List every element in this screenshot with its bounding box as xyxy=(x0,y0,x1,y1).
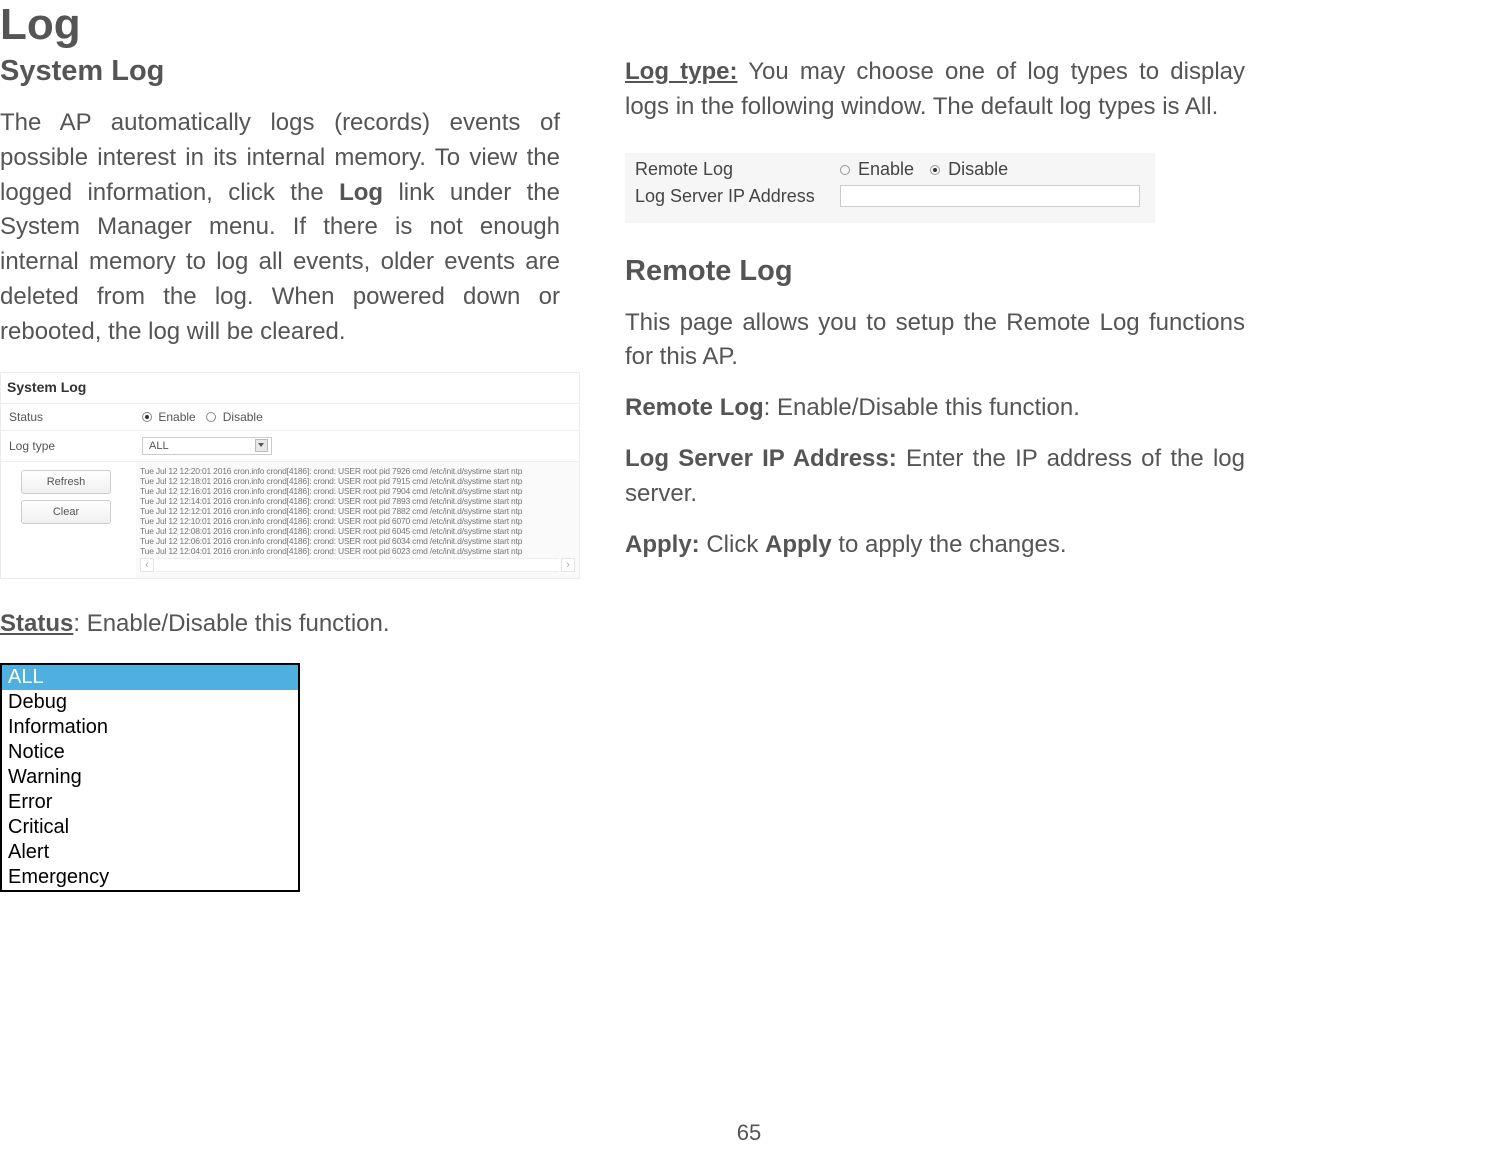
shot-enable-label: Enable xyxy=(158,410,195,424)
logtype-paragraph: Log type: You may choose one of log type… xyxy=(625,55,1245,125)
shot-logtype-label: Log type xyxy=(1,433,136,459)
apply-label: Apply: xyxy=(625,531,700,558)
log-server-ip-input[interactable] xyxy=(840,185,1140,207)
remote-log-intro: This page allows you to setup the Remote… xyxy=(625,306,1245,376)
remotelog-paragraph: Remote Log: Enable/Disable this function… xyxy=(625,391,1245,426)
shot-log-textarea[interactable]: Tue Jul 12 12:20:01 2016 cron.info crond… xyxy=(136,462,579,578)
log-line: Tue Jul 12 12:06:01 2016 cron.info crond… xyxy=(140,536,575,546)
log-line: Tue Jul 12 12:08:01 2016 cron.info crond… xyxy=(140,526,575,536)
system-log-intro: The AP automatically logs (records) even… xyxy=(0,106,560,350)
log-line: Tue Jul 12 12:10:01 2016 cron.info crond… xyxy=(140,516,575,526)
logtype-option-information[interactable]: Information xyxy=(2,715,298,740)
content-columns: System Log The AP automatically logs (re… xyxy=(0,55,1498,892)
log-line: Tue Jul 12 12:20:01 2016 cron.info crond… xyxy=(140,466,575,476)
remotelog-disable-label: Disable xyxy=(948,159,1008,179)
remotelog-shot-row2: Log Server IP Address xyxy=(635,185,1149,215)
remotelog-label: Remote Log xyxy=(625,394,764,421)
remotelog-shot-label1: Remote Log xyxy=(635,159,840,180)
logtype-option-alert[interactable]: Alert xyxy=(2,840,298,865)
apply-desc2: to apply the changes. xyxy=(832,531,1067,558)
apply-desc1: Click xyxy=(700,531,765,558)
remotelog-shot-row1: Remote Log Enable Disable xyxy=(635,155,1149,185)
intro-bold-log: Log xyxy=(339,179,383,206)
logtype-option-critical[interactable]: Critical xyxy=(2,815,298,840)
refresh-button[interactable]: Refresh xyxy=(21,470,111,494)
logserver-paragraph: Log Server IP Address: Enter the IP addr… xyxy=(625,442,1245,512)
shot-logtype-select[interactable]: ALL xyxy=(142,437,272,455)
shot-header-label: System Log xyxy=(1,373,579,403)
logtype-label: Log type: xyxy=(625,58,738,85)
radio-disable-icon[interactable] xyxy=(206,412,216,422)
scroll-track[interactable] xyxy=(156,558,559,572)
remotelog-desc: : Enable/Disable this function. xyxy=(764,394,1080,421)
shot-disable-label: Disable xyxy=(223,410,263,424)
shot-log-body: Refresh Clear Tue Jul 12 12:20:01 2016 c… xyxy=(1,461,579,578)
clear-button[interactable]: Clear xyxy=(21,500,111,524)
scroll-right-icon[interactable]: › xyxy=(561,558,575,572)
logtype-option-emergency[interactable]: Emergency xyxy=(2,865,298,890)
chevron-down-icon xyxy=(255,439,268,452)
remotelog-enable-label: Enable xyxy=(858,159,914,179)
shot-buttons-area: Refresh Clear xyxy=(1,462,136,578)
logtype-dropdown-list[interactable]: ALL Debug Information Notice Warning Err… xyxy=(0,663,300,892)
radio-enable-icon[interactable] xyxy=(840,165,850,175)
status-paragraph: Status: Enable/Disable this function. xyxy=(0,607,560,642)
shot-status-label: Status xyxy=(1,404,136,430)
remote-log-screenshot: Remote Log Enable Disable Log Server IP … xyxy=(625,153,1155,223)
remotelog-shot-value1: Enable Disable xyxy=(840,159,1149,180)
left-column: System Log The AP automatically logs (re… xyxy=(0,55,590,892)
log-line: Tue Jul 12 12:16:01 2016 cron.info crond… xyxy=(140,486,575,496)
logtype-option-all[interactable]: ALL xyxy=(2,665,298,690)
log-line: Tue Jul 12 12:04:01 2016 cron.info crond… xyxy=(140,546,575,556)
scroll-left-icon[interactable]: ‹ xyxy=(140,558,154,572)
section-title-remote-log: Remote Log xyxy=(625,255,1245,288)
logserver-label: Log Server IP Address: xyxy=(625,445,897,472)
log-line: Tue Jul 12 12:18:01 2016 cron.info crond… xyxy=(140,476,575,486)
logtype-option-notice[interactable]: Notice xyxy=(2,740,298,765)
logtype-option-debug[interactable]: Debug xyxy=(2,690,298,715)
horizontal-scrollbar[interactable]: ‹ › xyxy=(140,558,575,572)
status-label: Status xyxy=(0,610,73,637)
logtype-option-error[interactable]: Error xyxy=(2,790,298,815)
radio-enable-icon[interactable] xyxy=(142,412,152,422)
apply-paragraph: Apply: Click Apply to apply the changes. xyxy=(625,528,1245,563)
page-title: Log xyxy=(0,0,81,50)
shot-status-row: Status Enable Disable xyxy=(1,403,579,430)
shot-logtype-row: Log type ALL xyxy=(1,430,579,461)
log-line: Tue Jul 12 12:12:01 2016 cron.info crond… xyxy=(140,506,575,516)
logtype-option-warning[interactable]: Warning xyxy=(2,765,298,790)
apply-bold: Apply xyxy=(765,531,832,558)
shot-logtype-selected: ALL xyxy=(149,440,169,452)
status-desc: : Enable/Disable this function. xyxy=(73,610,389,637)
shot-status-value: Enable Disable xyxy=(136,404,579,430)
remotelog-shot-label2: Log Server IP Address xyxy=(635,185,840,208)
right-column: Log type: You may choose one of log type… xyxy=(625,55,1245,892)
log-line: Tue Jul 12 12:14:01 2016 cron.info crond… xyxy=(140,496,575,506)
radio-disable-icon[interactable] xyxy=(930,165,940,175)
system-log-screenshot: System Log Status Enable Disable Log typ… xyxy=(0,372,580,579)
section-title-system-log: System Log xyxy=(0,55,560,88)
page-number: 65 xyxy=(737,1120,761,1146)
